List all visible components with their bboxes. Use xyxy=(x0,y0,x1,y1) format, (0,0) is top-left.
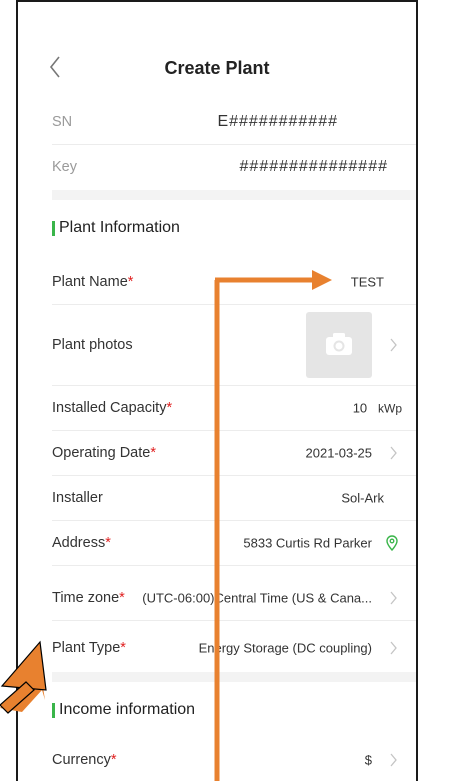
plant-name-input[interactable]: TEST xyxy=(351,275,384,290)
sn-label: SN xyxy=(52,114,73,130)
address-row[interactable]: Address* 5833 Curtis Rd Parker xyxy=(52,521,402,565)
installer-row[interactable]: Installer Sol-Ark xyxy=(52,476,402,520)
section-accent-bar xyxy=(52,703,55,718)
chevron-right-icon xyxy=(390,591,397,605)
operating-date-label: Operating Date* xyxy=(52,445,156,461)
plant-type-value: Energy Storage (DC coupling) xyxy=(198,640,372,656)
section-gap xyxy=(52,190,416,200)
phone-screen: Create Plant SN E########### Key #######… xyxy=(16,0,418,781)
time-zone-value: (UTC-06:00)Central Time (US & Cana... xyxy=(142,590,372,606)
time-zone-row[interactable]: Time zone* (UTC-06:00)Central Time (US &… xyxy=(52,576,402,620)
address-value: 5833 Curtis Rd Parker xyxy=(243,535,372,551)
installer-input[interactable]: Sol-Ark xyxy=(341,491,384,506)
camera-upload-button[interactable] xyxy=(306,312,372,378)
plant-photos-row[interactable]: Plant photos xyxy=(52,305,402,385)
chevron-right-icon xyxy=(390,641,397,655)
currency-label: Currency* xyxy=(52,752,117,768)
chevron-right-icon xyxy=(390,753,397,767)
installer-label: Installer xyxy=(52,490,103,506)
plant-type-row[interactable]: Plant Type* Energy Storage (DC coupling) xyxy=(52,626,402,670)
section-accent-bar xyxy=(52,221,55,236)
chevron-right-icon xyxy=(390,338,397,352)
plant-name-row[interactable]: Plant Name* TEST xyxy=(52,260,402,304)
plant-type-label: Plant Type* xyxy=(52,640,126,656)
page-title: Create Plant xyxy=(164,58,270,78)
chevron-right-icon xyxy=(390,446,397,460)
time-zone-label: Time zone* xyxy=(52,590,125,606)
address-label: Address* xyxy=(52,535,111,551)
camera-icon xyxy=(326,333,352,355)
section-title: Income information xyxy=(59,701,196,718)
divider xyxy=(52,620,416,621)
section-title: Plant Information xyxy=(59,219,180,236)
operating-date-row[interactable]: Operating Date* 2021-03-25 xyxy=(52,431,402,475)
sn-value: E########### xyxy=(217,113,338,130)
key-label: Key xyxy=(52,159,77,175)
plant-photos-label: Plant photos xyxy=(52,337,133,353)
installed-capacity-label: Installed Capacity* xyxy=(52,400,173,416)
divider xyxy=(52,565,416,566)
installed-capacity-input[interactable]: 10 kWp xyxy=(353,401,402,416)
key-row: Key ############### xyxy=(52,145,402,189)
plant-name-label: Plant Name* xyxy=(52,274,134,290)
installed-capacity-row[interactable]: Installed Capacity* 10 kWp xyxy=(52,386,402,430)
header: Create Plant xyxy=(18,46,416,90)
operating-date-value: 2021-03-25 xyxy=(305,445,373,461)
section-gap xyxy=(52,672,416,682)
sn-row: SN E########### xyxy=(52,100,402,144)
currency-value: $ xyxy=(364,752,372,768)
key-value: ############### xyxy=(239,158,388,175)
currency-row[interactable]: Currency* $ xyxy=(52,738,402,781)
location-pin-icon[interactable] xyxy=(386,535,398,551)
